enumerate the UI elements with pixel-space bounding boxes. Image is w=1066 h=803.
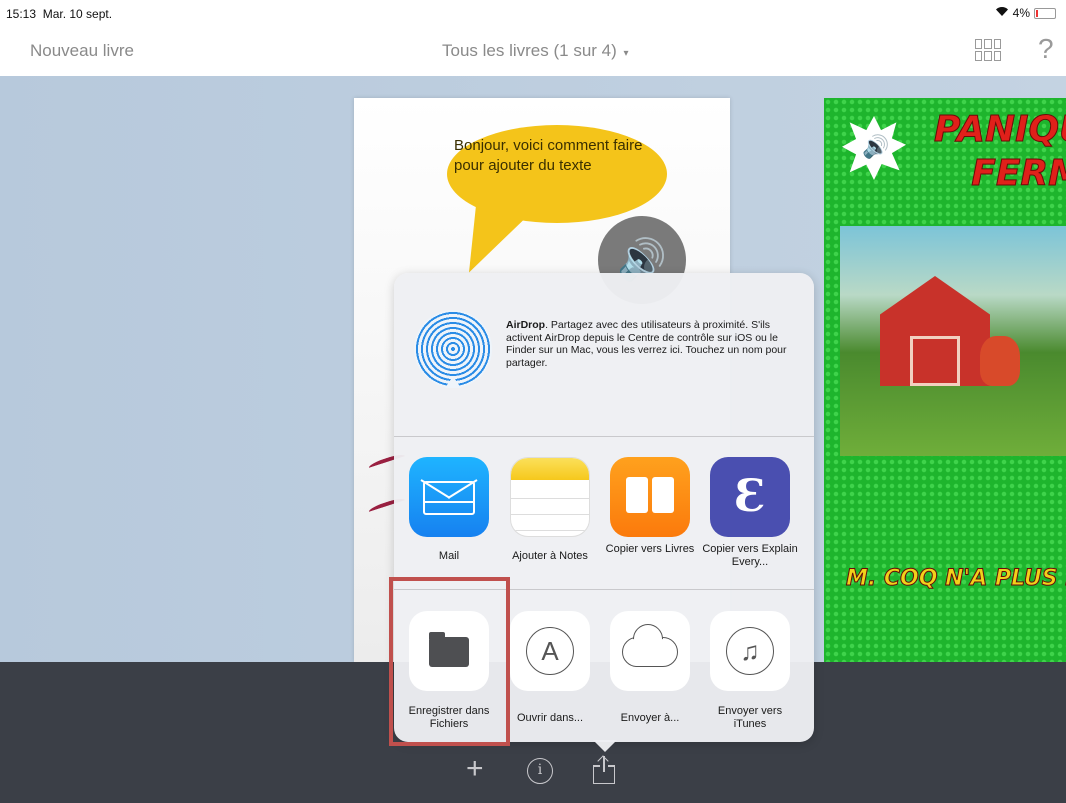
send-to-itunes-button[interactable]: ♫ Envoyer vers iTunes bbox=[701, 611, 799, 731]
share-app-books[interactable]: Copier vers Livres bbox=[601, 457, 699, 556]
comic-illustration bbox=[840, 226, 1066, 456]
share-app-mail[interactable]: Mail bbox=[400, 457, 498, 563]
airdrop-section: AirDrop. Partagez avec des utilisateurs … bbox=[394, 273, 814, 436]
book-filter-label: Tous les livres (1 sur 4) bbox=[442, 41, 617, 60]
share-app-label: Copier vers Explain Every... bbox=[702, 543, 798, 568]
music-note-icon: ♫ bbox=[710, 611, 790, 691]
speaker-icon: 🔊 bbox=[862, 134, 890, 159]
battery-icon bbox=[1034, 7, 1056, 19]
nav-bar: Nouveau livre Tous les livres (1 sur 4) … bbox=[0, 26, 1066, 76]
share-app-notes[interactable]: Ajouter à Notes bbox=[501, 457, 599, 563]
explain-everything-icon: Ɛ bbox=[710, 457, 790, 537]
share-action-label: Envoyer vers iTunes bbox=[717, 705, 783, 730]
comic-subtitle: M. COQ N'A PLUS DE VO bbox=[846, 566, 1066, 592]
share-app-label: Ajouter à Notes bbox=[512, 550, 588, 562]
books-icon bbox=[610, 457, 690, 537]
chevron-down-icon: ▾ bbox=[623, 48, 629, 59]
airdrop-text: . Partagez avec des utilisateurs à proxi… bbox=[506, 319, 787, 369]
share-action-label: Envoyer à... bbox=[620, 712, 680, 724]
comic-title: PANIQU FERM bbox=[934, 109, 1066, 195]
grid-view-icon[interactable] bbox=[975, 39, 1001, 61]
status-bar: 15:13 Mar. 10 sept. 4% bbox=[0, 0, 1066, 26]
status-time: 15:13 bbox=[6, 7, 37, 21]
share-apps-row: Mail Ajouter à Notes Copier vers Livres … bbox=[394, 436, 814, 588]
book-cover-comic[interactable]: 🔊 PANIQU FERM M. COQ N'A PLUS DE VO bbox=[824, 98, 1066, 662]
highlight-box bbox=[389, 577, 510, 746]
new-book-button[interactable]: Nouveau livre bbox=[30, 41, 134, 61]
notes-icon bbox=[510, 457, 590, 537]
status-time-date: 15:13 Mar. 10 sept. bbox=[6, 7, 112, 21]
status-date: Mar. 10 sept. bbox=[42, 7, 113, 21]
info-icon[interactable]: i bbox=[527, 758, 553, 784]
battery-percent: 4% bbox=[1012, 6, 1030, 20]
open-in-button[interactable]: A Ouvrir dans... bbox=[501, 611, 599, 725]
wifi-icon bbox=[995, 6, 1009, 20]
airdrop-title: AirDrop bbox=[506, 319, 546, 331]
book-filter-dropdown[interactable]: Tous les livres (1 sur 4) ▾ bbox=[442, 41, 629, 61]
airdrop-icon bbox=[414, 310, 492, 388]
airdrop-description: AirDrop. Partagez avec des utilisateurs … bbox=[506, 319, 801, 369]
share-sheet-arrow bbox=[593, 740, 617, 752]
barn-door-drawing bbox=[910, 336, 960, 386]
app-store-icon: A bbox=[510, 611, 590, 691]
help-icon[interactable]: ? bbox=[1038, 33, 1054, 65]
share-action-label: Ouvrir dans... bbox=[516, 712, 584, 724]
rooster-drawing bbox=[980, 336, 1020, 386]
mail-icon bbox=[409, 457, 489, 537]
share-app-explain-everything[interactable]: Ɛ Copier vers Explain Every... bbox=[701, 457, 799, 569]
share-app-label: Copier vers Livres bbox=[605, 543, 695, 555]
status-indicators: 4% bbox=[995, 6, 1056, 20]
speech-bubble-text: Bonjour, voici comment faire pour ajoute… bbox=[454, 137, 643, 174]
add-icon[interactable]: + bbox=[466, 753, 484, 785]
share-icon[interactable] bbox=[593, 755, 615, 784]
cloud-icon bbox=[610, 611, 690, 691]
share-app-label: Mail bbox=[438, 550, 460, 562]
send-to-button[interactable]: Envoyer à... bbox=[601, 611, 699, 725]
